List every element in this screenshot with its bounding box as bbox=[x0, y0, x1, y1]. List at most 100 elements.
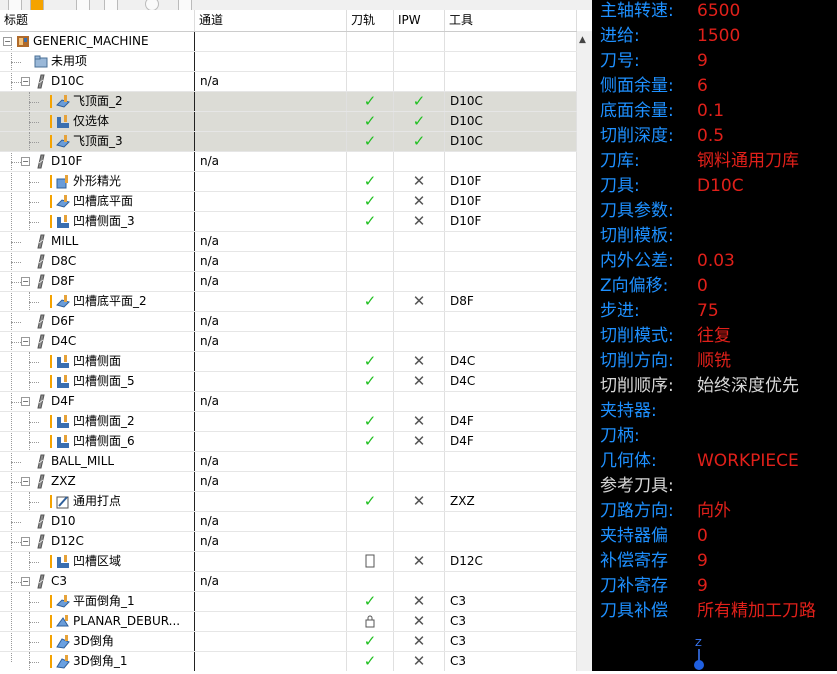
table-row[interactable]: − D12C n/a bbox=[0, 532, 577, 552]
toolpath-cell bbox=[347, 312, 394, 331]
col-header-toolpath[interactable]: 刀轨 bbox=[347, 10, 394, 31]
table-row[interactable]: − D4C n/a bbox=[0, 332, 577, 352]
scroll-up-icon[interactable]: ▲ bbox=[579, 35, 586, 45]
table-row[interactable]: 飞顶面_3 ✓ ✓ D10C bbox=[0, 132, 577, 152]
collapse-toggle-icon[interactable]: − bbox=[21, 537, 30, 546]
col-header-ipw[interactable]: IPW bbox=[394, 10, 445, 31]
col-header-path[interactable]: 通道 bbox=[195, 10, 347, 31]
operation-status-bar bbox=[50, 615, 52, 628]
table-row[interactable]: 凹槽侧面_2 ✓ ✕ D4F bbox=[0, 412, 577, 432]
check-icon: ✓ bbox=[363, 372, 377, 390]
tree-guide-line bbox=[29, 552, 30, 571]
table-row[interactable]: 3D倒角_1 ✓ ✕ C3 bbox=[0, 652, 577, 671]
table-row[interactable]: 凹槽侧面 ✓ ✕ D4C bbox=[0, 352, 577, 372]
toolpath-cell bbox=[347, 472, 394, 491]
collapse-toggle-icon[interactable]: − bbox=[21, 157, 30, 166]
table-row[interactable]: 仅选体 ✓ ✓ D10C bbox=[0, 112, 577, 132]
tree-cell: − D12C bbox=[0, 532, 195, 551]
tree-branch-line bbox=[29, 222, 39, 223]
tree-cell: − D10F bbox=[0, 152, 195, 171]
table-row[interactable]: 未用项 bbox=[0, 52, 577, 72]
table-row[interactable]: − D8F n/a bbox=[0, 272, 577, 292]
op6-icon bbox=[56, 654, 70, 669]
table-row[interactable]: 凹槽侧面_6 ✓ ✕ D4F bbox=[0, 432, 577, 452]
tool-icon bbox=[34, 574, 48, 589]
ipw-cell: ✕ bbox=[394, 432, 445, 451]
table-row[interactable]: BALL_MILL n/a bbox=[0, 452, 577, 472]
tree-cell: − D8F bbox=[0, 272, 195, 291]
table-row[interactable]: D10 n/a bbox=[0, 512, 577, 532]
table-row[interactable]: PLANAR_DEBUR... ✕ C3 bbox=[0, 612, 577, 632]
table-row[interactable]: 凹槽侧面_3 ✓ ✕ D10F bbox=[0, 212, 577, 232]
toolpath-cell bbox=[347, 552, 394, 571]
table-row[interactable]: 凹槽区域 ✕ D12C bbox=[0, 552, 577, 572]
table-row[interactable]: 凹槽底平面_2 ✓ ✕ D8F bbox=[0, 292, 577, 312]
toolpath-cell bbox=[347, 572, 394, 591]
table-row[interactable]: − D4F n/a bbox=[0, 392, 577, 412]
collapse-toggle-icon[interactable]: − bbox=[21, 77, 30, 86]
col-header-title[interactable]: 标题 bbox=[0, 10, 195, 31]
collapse-toggle-icon[interactable]: − bbox=[21, 397, 30, 406]
ipw-cell bbox=[394, 312, 445, 331]
collapse-toggle-icon[interactable]: − bbox=[21, 277, 30, 286]
tree-cell: 飞顶面_3 bbox=[0, 132, 195, 151]
tree-branch-line bbox=[11, 282, 21, 283]
table-row[interactable]: − C3 n/a bbox=[0, 572, 577, 592]
tree-guide-line bbox=[29, 192, 30, 211]
param-label: 刀柄: bbox=[600, 426, 640, 446]
tool-cell bbox=[445, 572, 577, 591]
op2-icon bbox=[56, 414, 70, 429]
ipw-cell bbox=[394, 392, 445, 411]
table-row[interactable]: 通用打点 ✓ ✕ ZXZ bbox=[0, 492, 577, 512]
vertical-scrollbar[interactable]: ▲ bbox=[577, 31, 592, 671]
col-header-tool[interactable]: 工具 bbox=[445, 10, 577, 31]
operation-status-bar bbox=[50, 175, 52, 188]
op2-icon bbox=[56, 554, 70, 569]
tree-branch-line bbox=[29, 382, 39, 383]
param-label: 刀具参数: bbox=[600, 201, 674, 221]
param-label: 侧面余量: bbox=[600, 76, 674, 96]
tree-guide-line bbox=[29, 172, 30, 191]
path-cell: n/a bbox=[195, 512, 347, 531]
table-row[interactable]: MILL n/a bbox=[0, 232, 577, 252]
collapse-toggle-icon[interactable]: − bbox=[21, 577, 30, 586]
table-row[interactable]: 平面倒角_1 ✓ ✕ C3 bbox=[0, 592, 577, 612]
row-name: D10 bbox=[51, 514, 76, 528]
tool-cell bbox=[445, 232, 577, 251]
path-cell bbox=[195, 432, 347, 451]
path-cell bbox=[195, 632, 347, 651]
ipw-cell bbox=[394, 72, 445, 91]
table-row[interactable]: 3D倒角 ✓ ✕ C3 bbox=[0, 632, 577, 652]
toolpath-cell: ✓ bbox=[347, 632, 394, 651]
collapse-toggle-icon[interactable]: − bbox=[21, 477, 30, 486]
ipw-cell bbox=[394, 32, 445, 51]
collapse-toggle-icon[interactable]: − bbox=[21, 337, 30, 346]
row-name: 凹槽侧面_6 bbox=[73, 434, 135, 448]
row-name: 凹槽区域 bbox=[73, 554, 122, 568]
tool-cell: D4C bbox=[445, 352, 577, 371]
path-cell: n/a bbox=[195, 152, 347, 171]
table-row[interactable]: − ZXZ n/a bbox=[0, 472, 577, 492]
cross-icon: ✕ bbox=[412, 212, 426, 230]
param-value: 向外 bbox=[697, 501, 731, 521]
table-row[interactable]: − GENERIC_MACHINE bbox=[0, 32, 577, 52]
toolpath-cell bbox=[347, 392, 394, 411]
table-row[interactable]: 凹槽侧面_5 ✓ ✕ D4C bbox=[0, 372, 577, 392]
table-row[interactable]: 外形精光 ✓ ✕ D10F bbox=[0, 172, 577, 192]
ipw-cell bbox=[394, 472, 445, 491]
collapse-toggle-icon[interactable]: − bbox=[3, 37, 12, 46]
table-row[interactable]: − D10F n/a bbox=[0, 152, 577, 172]
ipw-cell: ✕ bbox=[394, 172, 445, 191]
table-row[interactable]: D6F n/a bbox=[0, 312, 577, 332]
tree-cell: 仅选体 bbox=[0, 112, 195, 131]
op3-icon bbox=[56, 174, 70, 189]
table-row[interactable]: 凹槽底平面 ✓ ✕ D10F bbox=[0, 192, 577, 212]
op1-icon bbox=[56, 134, 70, 149]
tree-cell: − D4F bbox=[0, 392, 195, 411]
table-row[interactable]: D8C n/a bbox=[0, 252, 577, 272]
tree-cell: 凹槽底平面 bbox=[0, 192, 195, 211]
tree-cell: 平面倒角_1 bbox=[0, 592, 195, 611]
row-name: 凹槽侧面 bbox=[73, 354, 122, 368]
table-row[interactable]: − D10C n/a bbox=[0, 72, 577, 92]
table-row[interactable]: 飞顶面_2 ✓ ✓ D10C bbox=[0, 92, 577, 112]
